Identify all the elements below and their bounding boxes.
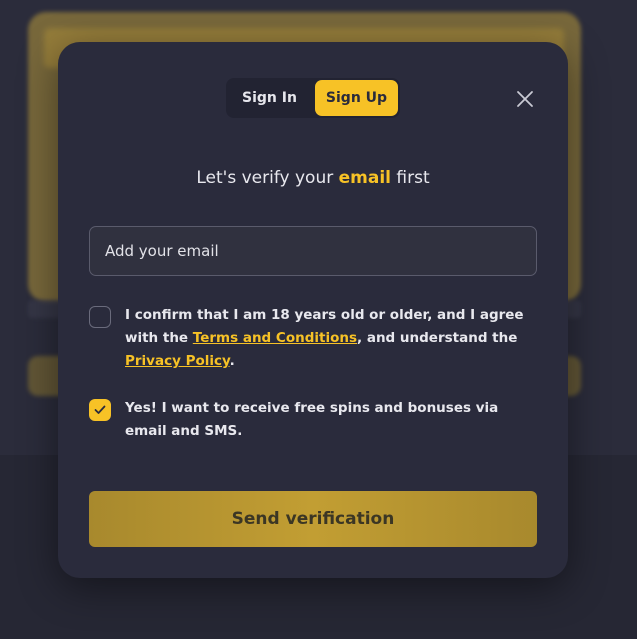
marketing-opt-in-row: Yes! I want to receive free spins and bo…: [89, 397, 537, 443]
auth-tabs: Sign In Sign Up: [226, 78, 400, 118]
age-confirm-text: I confirm that I am 18 years old or olde…: [125, 304, 537, 373]
check-icon: [94, 405, 106, 414]
age-confirm-text-3: .: [229, 353, 235, 369]
close-icon[interactable]: [516, 90, 534, 108]
title-highlight: email: [338, 168, 391, 188]
title-prefix: Let's verify your: [196, 168, 339, 188]
send-verification-button[interactable]: Send verification: [89, 491, 537, 547]
title-suffix: first: [391, 168, 430, 188]
email-field[interactable]: [89, 226, 537, 276]
page-title: Let's verify your email first: [58, 168, 568, 188]
marketing-opt-in-checkbox[interactable]: [89, 399, 111, 421]
age-confirm-text-2: , and understand the: [357, 330, 518, 346]
marketing-opt-in-text: Yes! I want to receive free spins and bo…: [125, 400, 499, 439]
tab-sign-in[interactable]: Sign In: [228, 80, 311, 116]
privacy-link[interactable]: Privacy Policy: [125, 353, 230, 369]
tab-sign-up[interactable]: Sign Up: [315, 80, 398, 116]
age-confirm-row: I confirm that I am 18 years old or olde…: [89, 304, 537, 373]
signup-modal: Sign In Sign Up Let's verify your email …: [58, 42, 568, 578]
terms-link[interactable]: Terms and Conditions: [193, 330, 357, 346]
age-confirm-checkbox[interactable]: [89, 306, 111, 328]
